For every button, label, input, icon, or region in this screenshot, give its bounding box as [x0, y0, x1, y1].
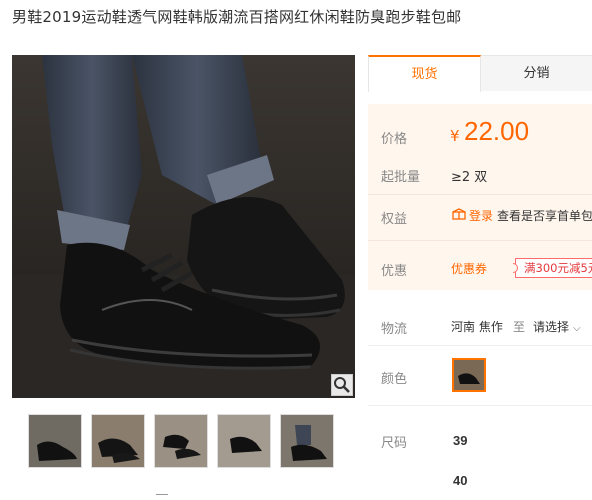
zoom-button[interactable]: [331, 374, 353, 396]
sneaker-thumb-image: [155, 415, 207, 467]
price-label: 价格: [381, 132, 408, 147]
destination-select-label: 请选择: [533, 320, 570, 334]
thumbnail-2[interactable]: [91, 414, 145, 468]
logistics-label: 物流: [381, 322, 408, 337]
rights-text: 查看是否享首单包: [497, 209, 592, 223]
divider: [368, 240, 592, 241]
sneaker-photo: [12, 55, 355, 398]
sneaker-thumb-image: [281, 415, 333, 467]
price-value: 22.00: [464, 116, 530, 146]
tab-in-stock[interactable]: 现货: [368, 55, 481, 92]
size-option[interactable]: 39: [453, 433, 467, 448]
destination-select[interactable]: 请选择 ⌵: [533, 318, 581, 335]
magnifier-icon: [334, 377, 350, 393]
product-title: 男鞋2019运动鞋透气网鞋韩版潮流百搭网红休闲鞋防臭跑步鞋包邮: [12, 8, 462, 26]
coupon-tag[interactable]: 满300元减5元: [515, 258, 592, 278]
sneaker-thumb-image: [218, 415, 270, 467]
logistics-to-text: 至: [513, 320, 526, 334]
size-option[interactable]: 40: [453, 473, 467, 488]
tab-distribution[interactable]: 分销: [481, 55, 592, 91]
moq-value: ≥2 双: [451, 170, 488, 185]
coupon-link[interactable]: 优惠券: [451, 260, 487, 277]
thumbnail-4[interactable]: [217, 414, 271, 468]
coupon-label: 优惠: [381, 264, 408, 279]
rights-label: 权益: [381, 212, 408, 227]
sneaker-thumb-image: [92, 415, 144, 467]
sneaker-thumb-image: [29, 415, 81, 467]
chevron-down-icon: ⌵: [573, 323, 581, 334]
gift-icon: [452, 208, 466, 220]
size-label: 尺码: [381, 436, 408, 451]
sneaker-swatch-image: [454, 360, 484, 390]
thumbnail-scroll-hint: [156, 494, 168, 500]
logistics-origin: 河南 焦作: [451, 320, 503, 334]
divider: [368, 405, 592, 406]
purchase-mode-tabs: 现货 分销: [368, 55, 592, 92]
thumbnail-3[interactable]: [154, 414, 208, 468]
divider: [368, 194, 592, 195]
moq-label: 起批量: [381, 170, 421, 185]
login-link[interactable]: 登录: [469, 207, 493, 224]
thumbnail-1[interactable]: [28, 414, 82, 468]
thumbnail-5[interactable]: [280, 414, 334, 468]
main-product-image[interactable]: [12, 55, 355, 398]
divider: [368, 345, 592, 346]
color-swatch-selected[interactable]: [452, 358, 486, 392]
color-label: 颜色: [381, 372, 408, 387]
currency-symbol: ¥: [450, 127, 460, 145]
